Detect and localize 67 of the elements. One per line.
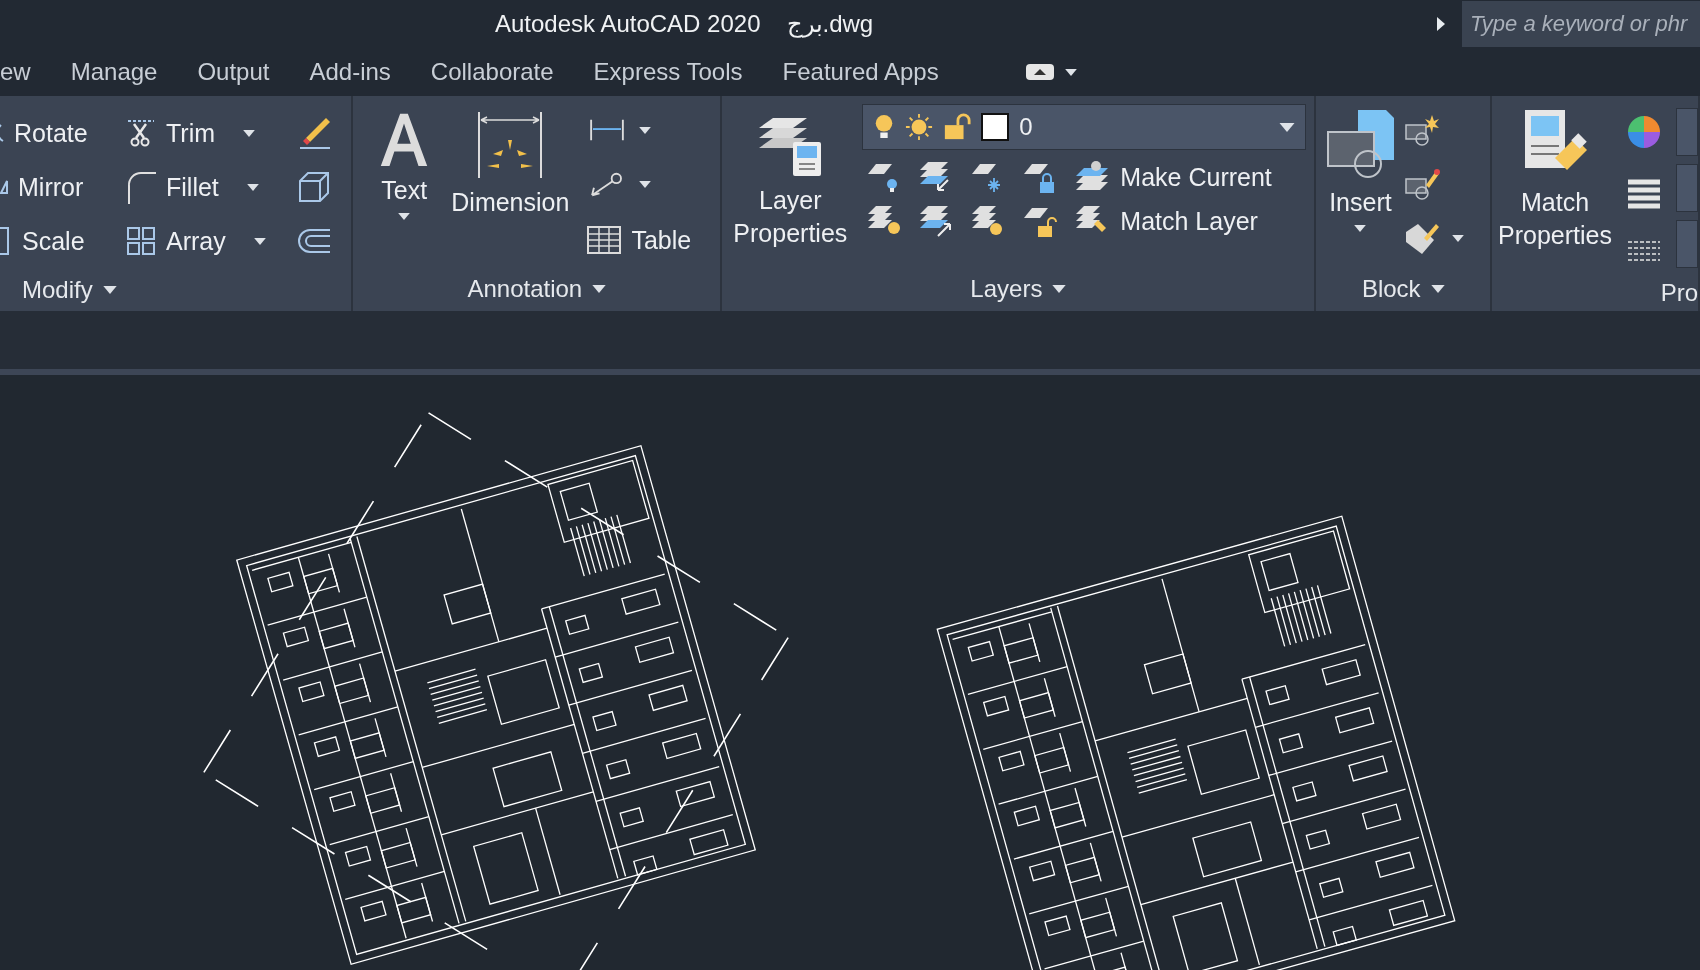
cube-icon[interactable] xyxy=(296,169,332,205)
fillet-icon xyxy=(126,170,156,204)
layer-properties-button[interactable]: Layer Properties xyxy=(730,104,851,267)
panel-title[interactable]: Pro xyxy=(1492,274,1698,311)
caret-icon xyxy=(102,285,117,294)
ribbon-tab[interactable]: Collaborate xyxy=(410,48,574,96)
edit-block-icon[interactable] xyxy=(1404,167,1441,202)
insert-button[interactable]: Insert xyxy=(1324,104,1397,267)
tool-button[interactable]: Rotate xyxy=(0,118,126,148)
layer-dropdown[interactable]: 0 xyxy=(862,104,1307,150)
text-button[interactable]: Text xyxy=(375,106,434,267)
ribbon-tab[interactable]: ew xyxy=(0,48,51,96)
caret-icon[interactable] xyxy=(1452,235,1465,243)
search-field[interactable]: Type a keyword or phr xyxy=(1462,1,1700,47)
tool-button[interactable]: Mirror xyxy=(0,172,126,202)
table-button[interactable]: Table xyxy=(587,225,692,255)
caret-icon xyxy=(1430,285,1445,293)
caret-icon xyxy=(398,212,411,220)
panel-title[interactable]: Block xyxy=(1316,267,1491,311)
match-layer-button[interactable]: Match Layer xyxy=(1074,204,1258,238)
caret-icon xyxy=(1052,285,1067,293)
ribbon-tab[interactable]: Featured Apps xyxy=(762,48,959,96)
file-name: برج.dwg xyxy=(786,10,874,38)
dropdown-field[interactable] xyxy=(1676,108,1698,156)
attribute-tag-icon[interactable] xyxy=(1404,221,1441,256)
scissors-icon xyxy=(126,118,156,148)
unlocked-padlock-icon xyxy=(943,113,972,141)
scale-icon xyxy=(0,226,12,256)
tool-button[interactable]: Trim xyxy=(126,118,296,148)
caret-icon xyxy=(253,237,266,245)
caret-icon xyxy=(1354,224,1367,232)
table-icon xyxy=(587,226,622,255)
insert-block-icon xyxy=(1324,108,1397,180)
dropdown-field[interactable] xyxy=(1676,164,1698,212)
array-icon xyxy=(126,226,156,256)
ribbon-tab[interactable]: Add-ins xyxy=(289,48,411,96)
panel-title[interactable]: Modify xyxy=(0,268,352,311)
tool-button[interactable]: Scale xyxy=(0,226,126,256)
panel-title[interactable]: Annotation xyxy=(353,267,721,311)
caret-icon[interactable] xyxy=(639,181,652,189)
ribbon-tab[interactable]: Manage xyxy=(50,48,178,96)
sun-icon xyxy=(905,113,934,141)
dropdown-field[interactable] xyxy=(1676,220,1698,268)
panel-toggle-icon[interactable] xyxy=(1024,63,1055,81)
caret-icon xyxy=(1279,122,1296,132)
match-properties-button[interactable]: Match Properties xyxy=(1498,104,1612,274)
make-current-button[interactable]: Make Current xyxy=(1074,160,1272,194)
window-title: Autodesk AutoCAD 2020 xyxy=(495,10,761,38)
tool-button[interactable]: Fillet xyxy=(126,170,296,204)
panel-title[interactable]: Layers xyxy=(722,267,1315,311)
ribbon-tab[interactable]: Express Tools xyxy=(573,48,763,96)
create-block-icon[interactable] xyxy=(1404,113,1441,148)
color-swatch xyxy=(981,113,1010,141)
ribbon-tab[interactable]: Output xyxy=(177,48,290,96)
caret-icon[interactable] xyxy=(1064,68,1077,76)
linetype-icon[interactable] xyxy=(1626,238,1662,262)
caret-icon xyxy=(592,285,607,293)
caret-icon xyxy=(246,183,259,191)
tool-button[interactable]: Array xyxy=(126,226,296,256)
caret-icon xyxy=(243,129,256,137)
mirror-icon xyxy=(0,180,8,194)
offset-icon[interactable] xyxy=(296,226,332,256)
color-wheel-icon[interactable] xyxy=(1626,114,1662,150)
dimension-button[interactable]: Dimension xyxy=(451,106,570,267)
rotate-icon xyxy=(0,124,4,142)
expand-arrow-icon[interactable] xyxy=(1436,16,1446,32)
caret-icon[interactable] xyxy=(639,126,652,134)
